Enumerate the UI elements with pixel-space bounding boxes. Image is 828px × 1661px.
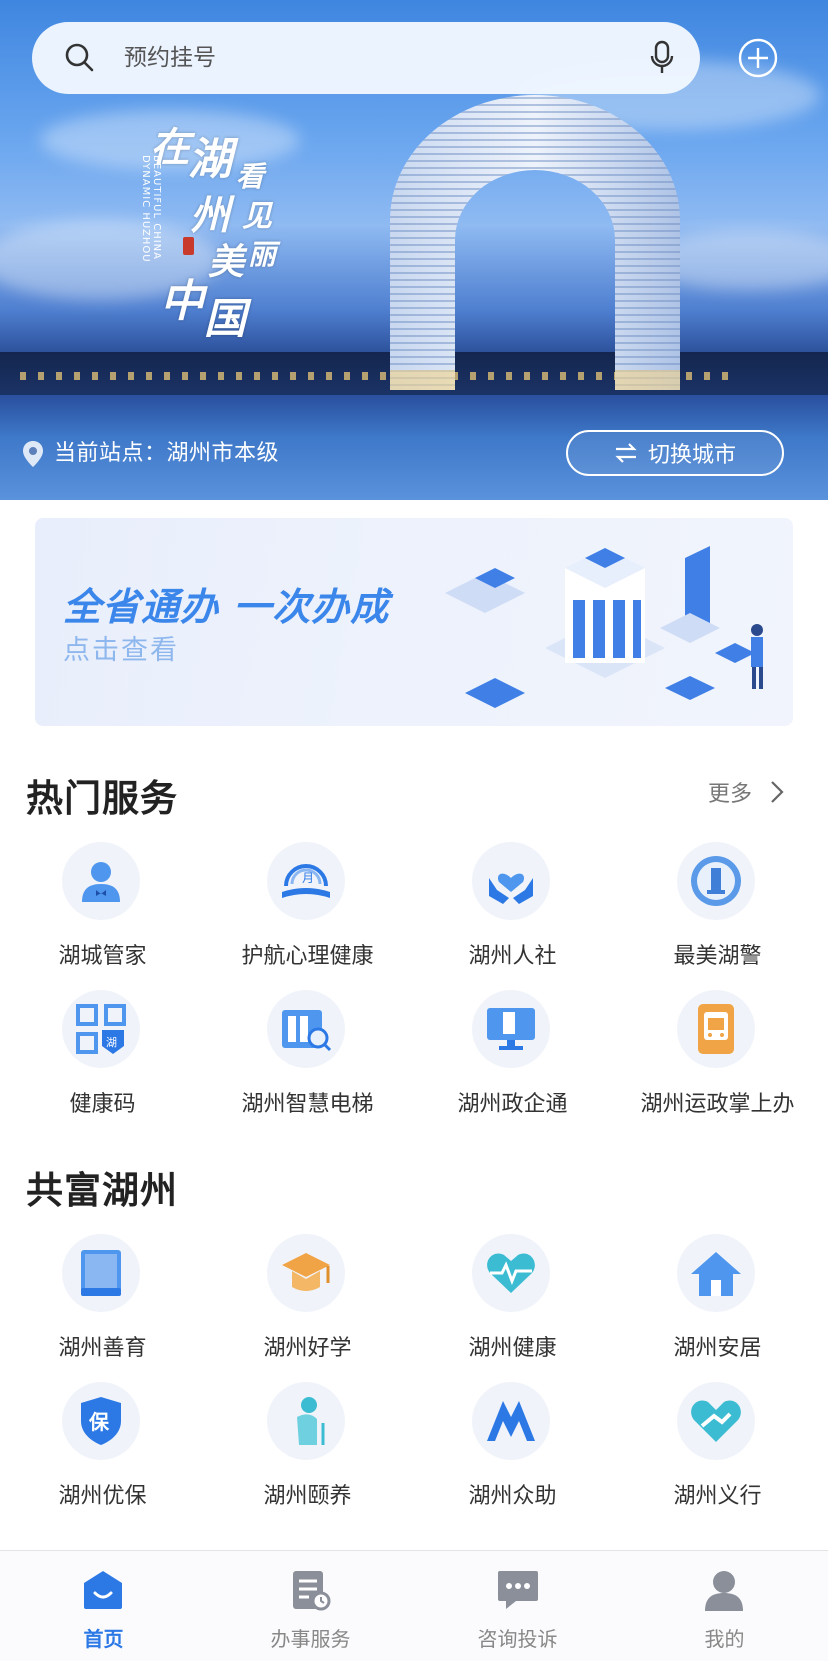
tab-label: 咨询投诉 bbox=[477, 1627, 558, 1651]
switch-city-button[interactable]: 切换城市 bbox=[566, 430, 784, 476]
switch-city-label: 切换城市 bbox=[647, 443, 736, 468]
red-seal-stamp bbox=[183, 237, 194, 255]
service-item[interactable]: 湖城管家 bbox=[0, 842, 205, 990]
service-label: 湖州智慧电梯 bbox=[241, 1092, 374, 1117]
service-label: 湖州众助 bbox=[468, 1484, 557, 1509]
microphone-icon[interactable] bbox=[649, 40, 675, 76]
service-label: 湖州人社 bbox=[468, 944, 557, 969]
tab-label: 首页 bbox=[83, 1627, 124, 1651]
search-icon bbox=[65, 43, 94, 72]
chevron-right-icon bbox=[771, 781, 784, 803]
service-item[interactable]: 湖州人社 bbox=[410, 842, 615, 990]
service-item[interactable]: 湖州运政掌上办 bbox=[615, 990, 820, 1138]
calligraphy-char: 湖 bbox=[188, 134, 232, 185]
service-label: 护航心理健康 bbox=[241, 944, 374, 969]
calligraphy-char: 丽 bbox=[248, 238, 277, 271]
service-item[interactable]: 湖州义行 bbox=[615, 1382, 820, 1530]
hot-services-grid: 湖城管家 月 护航心理健康 湖州人社 最美湖警 湖 健康码 湖州智慧电梯 湖州政 bbox=[0, 842, 828, 1138]
service-label: 湖州颐养 bbox=[263, 1484, 352, 1509]
horseshoe-hotel-illustration bbox=[390, 95, 680, 391]
tab-label: 我的 bbox=[704, 1627, 745, 1651]
calligraphy-english: BEAUTIFUL CHINA DYNAMIC HUZHOU bbox=[140, 155, 162, 263]
location-pin-icon bbox=[23, 441, 43, 467]
insurance-shield-icon: 保 bbox=[62, 1382, 140, 1460]
chat-bubble-icon bbox=[498, 1571, 538, 1609]
gongfu-title: 共富湖州 bbox=[26, 1169, 178, 1212]
service-item[interactable]: 湖州政企通 bbox=[410, 990, 615, 1138]
banner-subtitle: 点击查看 bbox=[63, 635, 179, 666]
swap-arrows-icon bbox=[615, 443, 637, 463]
service-label: 湖州优保 bbox=[58, 1484, 147, 1509]
tab-consult[interactable]: 咨询投诉 bbox=[414, 1551, 621, 1661]
service-item[interactable]: 湖州好学 bbox=[205, 1234, 410, 1382]
tab-home[interactable]: 首页 bbox=[0, 1551, 207, 1661]
svg-text:湖: 湖 bbox=[106, 1036, 117, 1049]
mental-health-logo-icon: 月 bbox=[267, 842, 345, 920]
service-label: 湖州安居 bbox=[673, 1336, 762, 1361]
elderly-person-icon bbox=[267, 1382, 345, 1460]
bottom-tab-bar: 首页 办事服务 咨询投诉 我的 bbox=[0, 1550, 828, 1661]
more-link[interactable]: 更多 bbox=[708, 776, 784, 808]
location-label: 当前站点：湖州市本级 bbox=[54, 441, 280, 466]
hero-banner: 在 湖 州 看 见 美 丽 中 国 BEAUTIFUL CHINA DYNAMI… bbox=[0, 0, 828, 500]
service-item[interactable]: 湖 健康码 bbox=[0, 990, 205, 1138]
police-badge-icon bbox=[677, 842, 755, 920]
service-label: 湖州健康 bbox=[468, 1336, 557, 1361]
service-item[interactable]: 湖州善育 bbox=[0, 1234, 205, 1382]
service-label: 湖州好学 bbox=[263, 1336, 352, 1361]
service-item[interactable]: 湖州众助 bbox=[410, 1382, 615, 1530]
hands-heart-icon bbox=[472, 842, 550, 920]
search-bar[interactable]: 预约挂号 bbox=[32, 22, 700, 94]
graduation-cap-icon bbox=[267, 1234, 345, 1312]
promo-banner[interactable]: 全省通办 一次办成 点击查看 bbox=[35, 518, 793, 726]
calligraphy-char: 看 bbox=[236, 160, 265, 193]
heart-hands-icon bbox=[677, 1382, 755, 1460]
calligraphy-char: 见 bbox=[242, 199, 272, 234]
tab-mine[interactable]: 我的 bbox=[621, 1551, 828, 1661]
service-label: 湖州善育 bbox=[58, 1336, 147, 1361]
current-location: 当前站点：湖州市本级 bbox=[22, 436, 279, 472]
service-label: 健康码 bbox=[69, 1092, 136, 1117]
service-item[interactable]: 湖州安居 bbox=[615, 1234, 820, 1382]
calligraphy-char: 中 bbox=[160, 276, 204, 327]
house-icon bbox=[677, 1234, 755, 1312]
service-item[interactable]: 湖州智慧电梯 bbox=[205, 990, 410, 1138]
add-circle-icon[interactable] bbox=[738, 38, 778, 78]
service-item[interactable]: 湖州健康 bbox=[410, 1234, 615, 1382]
calligraphy-slogan: 在 湖 州 看 见 美 丽 中 国 BEAUTIFUL CHINA DYNAMI… bbox=[140, 115, 290, 355]
bus-phone-icon bbox=[677, 990, 755, 1068]
service-label: 湖州政企通 bbox=[457, 1092, 568, 1117]
gongfu-grid: 湖州善育 湖州好学 湖州健康 湖州安居 保 湖州优保 湖州颐养 湖州众助 湖州义… bbox=[0, 1234, 828, 1530]
service-label: 湖城管家 bbox=[58, 944, 147, 969]
calligraphy-char: 国 bbox=[204, 294, 247, 343]
service-item[interactable]: 保 湖州优保 bbox=[0, 1382, 205, 1530]
isometric-city-illustration bbox=[445, 546, 763, 708]
more-label: 更多 bbox=[708, 782, 753, 807]
service-label: 最美湖警 bbox=[673, 944, 762, 969]
calligraphy-char: 美 bbox=[208, 241, 245, 283]
document-clock-icon bbox=[293, 1571, 331, 1611]
computer-monitor-icon bbox=[472, 990, 550, 1068]
elevator-search-icon bbox=[267, 990, 345, 1068]
health-qr-code-icon: 湖 bbox=[62, 990, 140, 1068]
svg-text:保: 保 bbox=[88, 1410, 110, 1434]
service-item[interactable]: 最美湖警 bbox=[615, 842, 820, 990]
mutual-aid-icon bbox=[472, 1382, 550, 1460]
search-placeholder: 预约挂号 bbox=[124, 45, 216, 71]
banner-title: 全省通办 一次办成 bbox=[63, 585, 390, 629]
service-label: 湖州义行 bbox=[673, 1484, 762, 1509]
tab-label: 办事服务 bbox=[270, 1627, 351, 1651]
tab-services[interactable]: 办事服务 bbox=[207, 1551, 414, 1661]
home-icon bbox=[84, 1571, 122, 1609]
heart-pulse-icon bbox=[472, 1234, 550, 1312]
hot-services-title: 热门服务 bbox=[26, 777, 178, 820]
book-icon bbox=[62, 1234, 140, 1312]
user-icon bbox=[705, 1571, 743, 1611]
service-item[interactable]: 月 护航心理健康 bbox=[205, 842, 410, 990]
svg-text:月: 月 bbox=[302, 871, 314, 885]
butler-person-icon bbox=[62, 842, 140, 920]
service-label: 湖州运政掌上办 bbox=[640, 1092, 795, 1117]
service-item[interactable]: 湖州颐养 bbox=[205, 1382, 410, 1530]
